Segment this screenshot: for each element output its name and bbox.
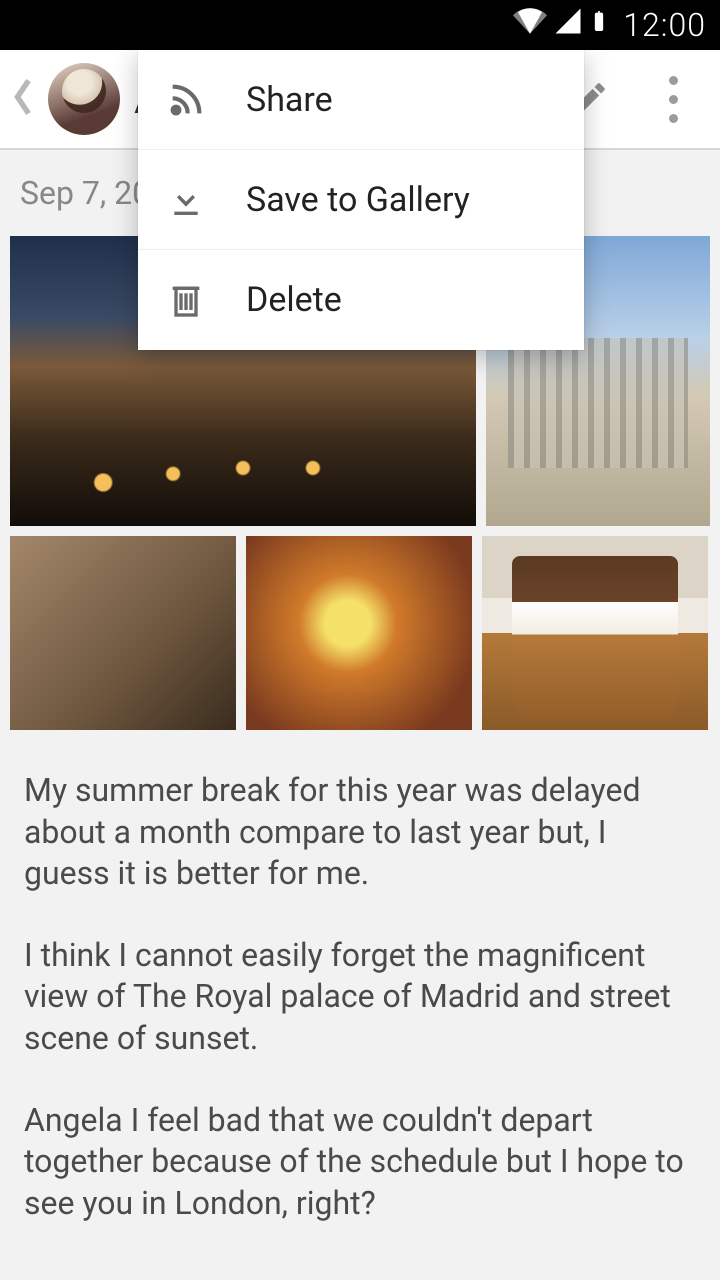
overflow-button[interactable] xyxy=(638,49,708,149)
battery-icon xyxy=(589,4,609,46)
download-icon xyxy=(164,178,208,222)
gallery-thumb[interactable] xyxy=(246,536,472,730)
cell-signal-icon xyxy=(553,6,583,44)
post-paragraph: My summer break for this year was delaye… xyxy=(24,770,696,895)
post-body: My summer break for this year was delaye… xyxy=(0,740,720,1280)
menu-item-label: Share xyxy=(246,80,333,120)
menu-item-share[interactable]: Share xyxy=(138,50,584,150)
status-clock: 12:00 xyxy=(623,6,706,44)
overflow-menu: Share Save to Gallery Delete xyxy=(138,50,584,350)
author-avatar[interactable] xyxy=(48,63,120,135)
rss-icon xyxy=(164,78,208,122)
gallery-thumb[interactable] xyxy=(10,536,236,730)
menu-item-save[interactable]: Save to Gallery xyxy=(138,150,584,250)
menu-item-label: Save to Gallery xyxy=(246,180,470,220)
wifi-icon xyxy=(513,4,547,46)
status-bar: 12:00 xyxy=(0,0,720,50)
menu-item-delete[interactable]: Delete xyxy=(138,250,584,350)
back-button[interactable] xyxy=(12,75,34,123)
menu-item-label: Delete xyxy=(246,280,342,320)
gallery-thumb[interactable] xyxy=(482,536,708,730)
trash-icon xyxy=(164,278,208,322)
overflow-icon xyxy=(669,76,678,123)
post-paragraph: Angela I feel bad that we couldn't depar… xyxy=(24,1100,696,1225)
post-paragraph: I think I cannot easily forget the magni… xyxy=(24,935,696,1060)
